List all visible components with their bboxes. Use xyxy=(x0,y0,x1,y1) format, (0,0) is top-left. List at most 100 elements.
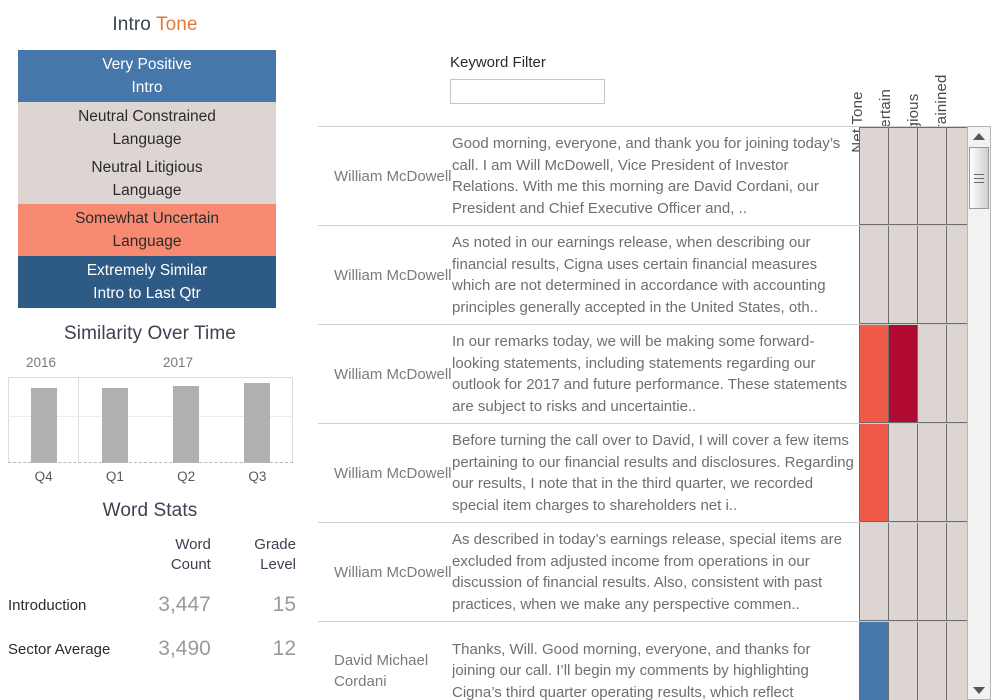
scrollbar-grip-line xyxy=(974,182,984,183)
chart-tick-q3: Q3 xyxy=(248,469,267,484)
row-speaker: David Michael Cordani xyxy=(334,652,429,690)
chart-bar-slot xyxy=(8,378,79,463)
metric-cell-net-tone[interactable] xyxy=(859,424,889,522)
metric-cell-litigious[interactable] xyxy=(917,424,947,522)
similarity-bar-chart[interactable]: 2016 2017 Q4 Q1 Q2 Q3 xyxy=(8,355,293,485)
metric-cell-uncertain[interactable] xyxy=(888,523,918,621)
tone-band-extremely-similar[interactable]: Extremely Similar Intro to Last Qtr xyxy=(18,256,276,308)
main-panel: Keyword Filter Net Tone Uncertain Litigi… xyxy=(310,0,999,700)
metric-cell-litigious[interactable] xyxy=(917,325,947,423)
scrollbar-thumb[interactable] xyxy=(969,147,989,209)
metric-cell-uncertain[interactable] xyxy=(888,325,918,423)
table-row[interactable]: William McDowell In our remarks today, w… xyxy=(318,325,975,424)
metric-cell-uncertain[interactable] xyxy=(888,127,918,225)
word-stats-word-count-value: 3,447 xyxy=(158,593,211,616)
keyword-filter: Keyword Filter xyxy=(450,54,605,104)
table-row[interactable]: William McDowell As noted in our earning… xyxy=(318,226,975,325)
row-text: As noted in our earnings release, when d… xyxy=(452,234,826,316)
chart-bar-q1[interactable] xyxy=(101,388,128,463)
chart-plot-area xyxy=(8,377,293,463)
row-text: Before turning the call over to David, I… xyxy=(452,432,854,514)
word-stats-col-word-count: Word Count xyxy=(127,535,213,583)
metric-column-headers: Net Tone Uncertain Litigious Constrainin… xyxy=(849,0,967,169)
column-header-uncertain[interactable]: Uncertain xyxy=(877,0,908,155)
tone-band-label-line2: Language xyxy=(112,181,182,199)
tone-band-label-line1: Extremely Similar xyxy=(86,262,208,279)
row-metric-cells xyxy=(859,523,975,621)
left-panel: Intro Tone Very Positive Intro Neutral C… xyxy=(0,0,310,700)
word-stats-row-introduction: Introduction 3,447 15 xyxy=(8,583,298,627)
tone-band-label-line1: Neutral Litigious xyxy=(91,158,203,176)
transcript-table[interactable]: William McDowell Good morning, everyone,… xyxy=(318,126,975,700)
keyword-filter-input[interactable] xyxy=(450,79,605,104)
chart-bar-q3[interactable] xyxy=(244,383,271,463)
tone-band-very-positive[interactable]: Very Positive Intro xyxy=(18,50,276,102)
metric-cell-litigious[interactable] xyxy=(917,226,947,324)
metric-cell-net-tone[interactable] xyxy=(859,523,889,621)
year-label-2017: 2017 xyxy=(163,355,194,370)
row-text: In our remarks today, we will be making … xyxy=(452,333,847,415)
row-metric-cells xyxy=(859,622,975,700)
table-row[interactable]: William McDowell Before turning the call… xyxy=(318,424,975,523)
row-speaker: William McDowell xyxy=(334,266,452,284)
metric-cell-uncertain[interactable] xyxy=(888,622,918,700)
column-header-litigious[interactable]: Litigious xyxy=(905,0,936,151)
word-stats-title: Word Stats xyxy=(102,500,198,521)
chart-tick-q1: Q1 xyxy=(105,469,124,484)
metric-cell-litigious[interactable] xyxy=(917,127,947,225)
metric-cell-net-tone[interactable] xyxy=(859,127,889,225)
tone-band-label-line1: Somewhat Uncertain xyxy=(75,210,219,227)
chart-bar-slot xyxy=(79,378,150,463)
table-row[interactable]: William McDowell As described in today’s… xyxy=(318,523,975,622)
word-stats-grade-level-value: 15 xyxy=(272,593,296,616)
word-stats-word-count-value: 3,490 xyxy=(158,637,211,660)
vertical-scrollbar[interactable] xyxy=(967,126,991,700)
col-header-line2: Count xyxy=(170,556,211,573)
keyword-filter-label: Keyword Filter xyxy=(450,54,546,71)
tone-band-label-line1: Very Positive xyxy=(102,56,192,73)
chart-bar-q2[interactable] xyxy=(173,385,200,463)
metric-cell-uncertain[interactable] xyxy=(888,424,918,522)
chart-tick-q4: Q4 xyxy=(34,469,53,484)
metric-cell-litigious[interactable] xyxy=(917,622,947,700)
metric-cell-net-tone[interactable] xyxy=(859,325,889,423)
chart-tick-q2: Q2 xyxy=(177,469,196,484)
row-speaker: William McDowell xyxy=(334,365,452,383)
chart-baseline xyxy=(8,462,293,463)
tone-band-neutral-litigious[interactable]: Neutral Litigious Language xyxy=(18,153,276,204)
scroll-up-arrow-icon[interactable] xyxy=(968,127,990,145)
similarity-chart-title: Similarity Over Time xyxy=(64,323,236,344)
metric-cell-net-tone[interactable] xyxy=(859,226,889,324)
word-stats-col-grade-level: Grade Level xyxy=(213,535,298,583)
metric-cell-net-tone[interactable] xyxy=(859,622,889,700)
row-text: Good morning, everyone, and thank you fo… xyxy=(452,135,841,217)
chart-bar-slot xyxy=(151,378,222,463)
col-header-line2: Level xyxy=(260,556,296,573)
column-header-net-tone[interactable]: Net Tone xyxy=(849,0,880,152)
dashboard-root: Intro Tone Very Positive Intro Neutral C… xyxy=(0,0,999,700)
row-speaker: William McDowell xyxy=(334,563,452,581)
row-metric-cells xyxy=(859,127,975,225)
chart-x-tick-labels: Q4 Q1 Q2 Q3 xyxy=(8,469,293,484)
word-stats-corner xyxy=(8,535,127,583)
tone-band-somewhat-uncertain[interactable]: Somewhat Uncertain Language xyxy=(18,204,276,256)
word-stats-row-label: Sector Average xyxy=(8,640,111,658)
word-stats-row-label: Introduction xyxy=(8,596,87,614)
metric-cell-litigious[interactable] xyxy=(917,523,947,621)
table-row[interactable]: William McDowell Good morning, everyone,… xyxy=(318,127,975,226)
column-header-constrainined[interactable]: Constrainined xyxy=(933,0,964,169)
word-stats-grade-level-value: 12 xyxy=(272,637,296,660)
scrollbar-grip-line xyxy=(974,174,984,175)
tone-band-label-line2: Intro xyxy=(131,79,163,96)
chart-bars xyxy=(8,378,293,463)
table-row[interactable]: David Michael Cordani Thanks, Will. Good… xyxy=(318,622,975,700)
intro-tone-title-part1: Intro xyxy=(112,14,156,35)
tone-band-label-line2: Language xyxy=(112,130,182,148)
year-label-2016: 2016 xyxy=(26,355,57,370)
chart-bar-q4[interactable] xyxy=(30,388,57,463)
word-stats-row-sector-average: Sector Average 3,490 12 xyxy=(8,627,298,671)
metric-cell-uncertain[interactable] xyxy=(888,226,918,324)
row-speaker: William McDowell xyxy=(334,464,452,482)
scroll-down-arrow-icon[interactable] xyxy=(968,681,990,699)
tone-band-neutral-constrained[interactable]: Neutral Constrained Language xyxy=(18,102,276,153)
